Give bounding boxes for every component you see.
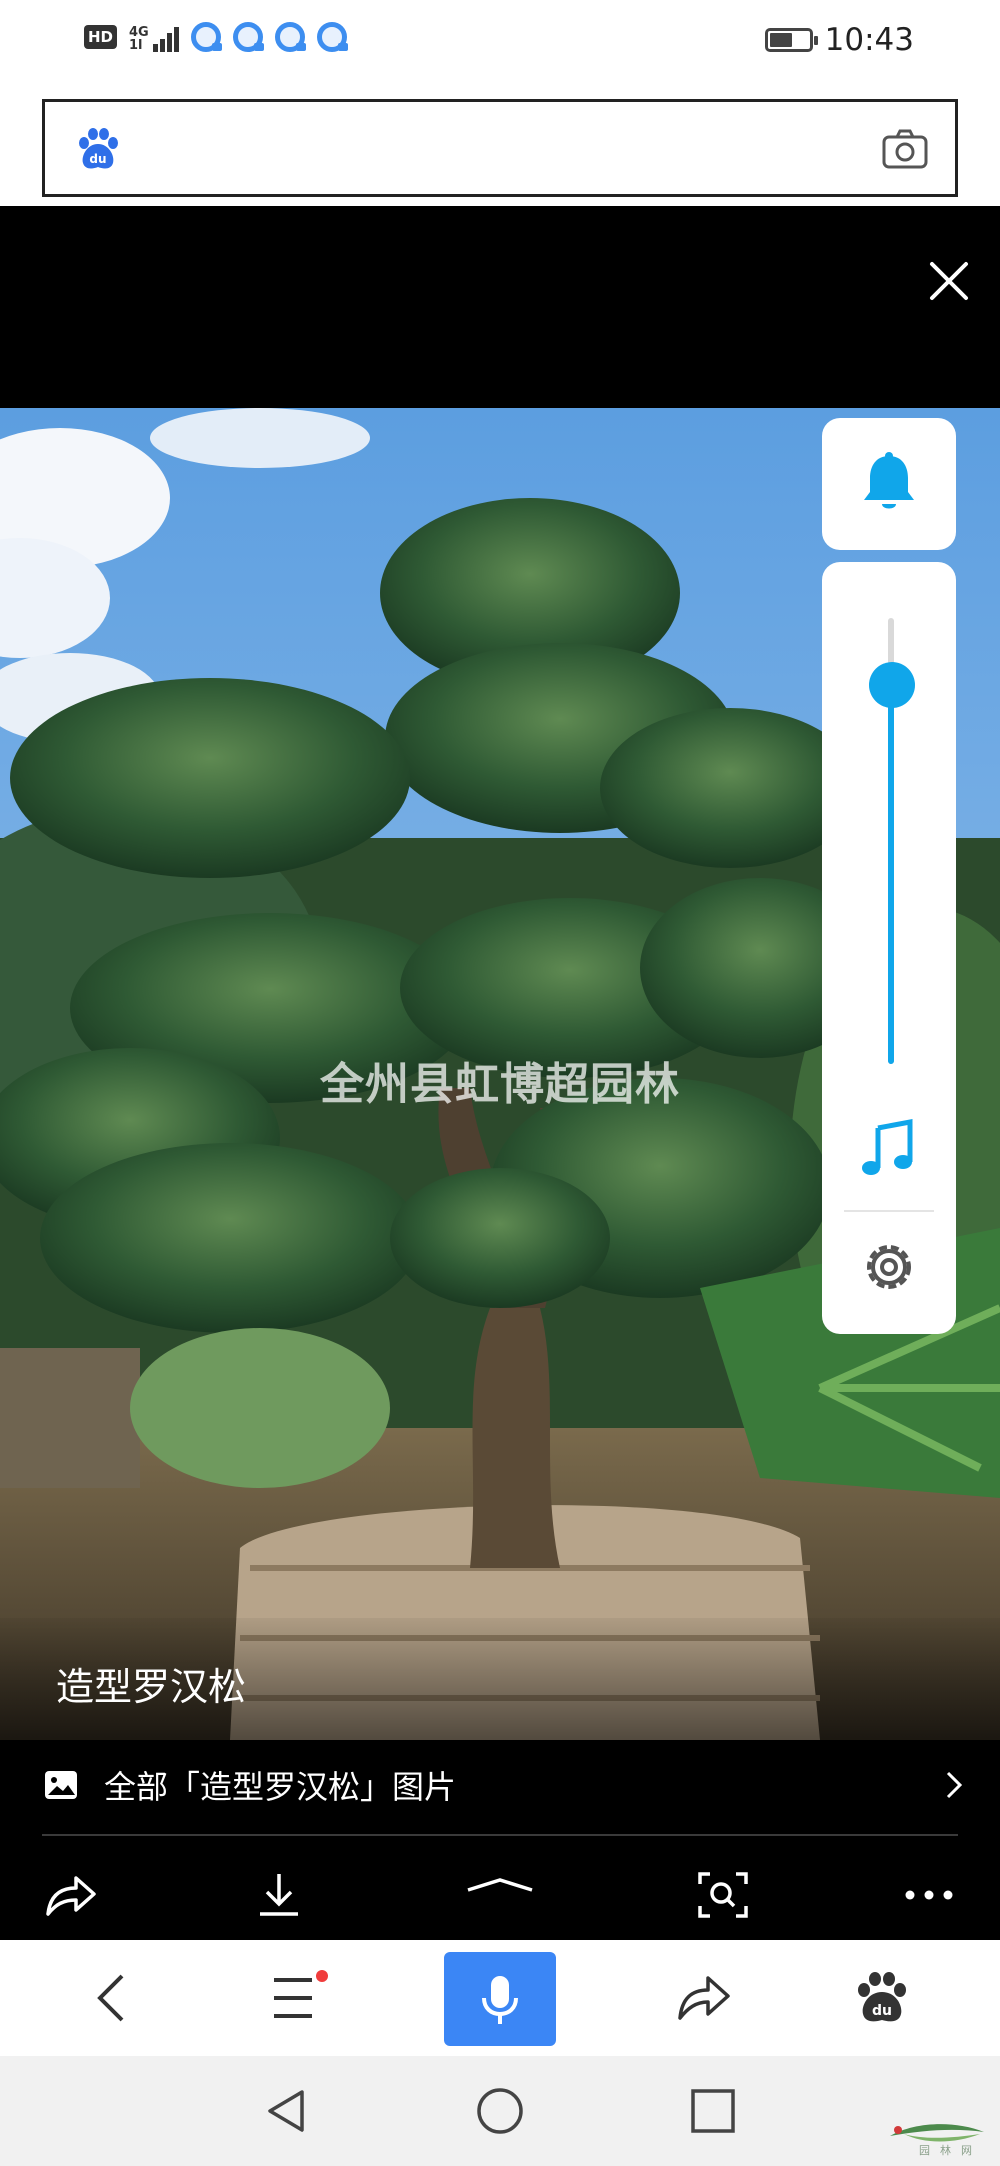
- status-bar: HD 4G 1l 10:43: [0, 0, 1000, 80]
- system-navigation-bar: 园林网: [0, 2056, 1000, 2166]
- signal-indicator: 4G 1l: [129, 22, 179, 52]
- voice-search-button[interactable]: [444, 1952, 556, 2046]
- qq-notification-icon: [232, 22, 264, 52]
- image-icon: [45, 1771, 77, 1799]
- all-images-link[interactable]: 全部「造型罗汉松」图片: [44, 1754, 964, 1816]
- volume-slider-thumb[interactable]: [869, 662, 915, 708]
- bell-button[interactable]: [822, 418, 956, 550]
- download-icon[interactable]: [252, 1870, 306, 1920]
- signal-bar: [152, 44, 158, 52]
- baidu-home-icon[interactable]: du: [854, 1970, 910, 2026]
- nav-home-icon[interactable]: [475, 2086, 525, 2136]
- panel-divider: [844, 1210, 934, 1212]
- browser-toolbar: du: [0, 1940, 1000, 2056]
- image-caption: 造型罗汉松: [56, 1665, 247, 1709]
- status-right: 10:43: [764, 22, 914, 58]
- image-search-icon[interactable]: [696, 1870, 750, 1920]
- signal-bar: [173, 27, 179, 52]
- camera-icon[interactable]: [881, 128, 929, 170]
- volume-panel: [822, 562, 956, 1334]
- qq-notification-icon: [190, 22, 222, 52]
- battery-fill: [769, 33, 793, 47]
- clock: 10:43: [824, 22, 914, 58]
- nav-recents-icon[interactable]: [688, 2086, 738, 2136]
- expand-up-icon[interactable]: [464, 1870, 536, 1920]
- screen: HD 4G 1l 10:43 du 全州县虹博超园林 造型罗汉松 全部「造型罗汉…: [0, 0, 1000, 2166]
- microphone-icon: [482, 1976, 518, 2024]
- paw-text: du: [872, 2003, 892, 2019]
- share-icon[interactable]: [676, 1970, 732, 2026]
- search-input[interactable]: du: [42, 99, 958, 197]
- qq-notification-icon: [316, 22, 348, 52]
- viewer-footer: 全部「造型罗汉松」图片: [0, 1740, 1000, 1940]
- notification-dot: [316, 1970, 328, 1982]
- chevron-right-icon: [946, 1771, 963, 1799]
- baidu-paw-icon: du: [79, 128, 118, 169]
- network-sub: 1l: [129, 38, 143, 53]
- baidu-logo-text: du: [89, 152, 106, 166]
- all-images-label: 全部「造型罗汉松」图片: [104, 1768, 457, 1806]
- share-icon[interactable]: [44, 1870, 98, 1920]
- status-left: HD 4G 1l: [84, 22, 348, 52]
- signal-bar: [159, 39, 165, 52]
- hd-badge: HD: [84, 25, 118, 49]
- nav-back-icon[interactable]: [262, 2086, 312, 2136]
- battery-icon: [764, 28, 818, 52]
- viewer-header: [0, 206, 1000, 408]
- viewer-toolbar: [0, 1848, 1000, 1938]
- search-area: du: [0, 80, 1000, 206]
- back-icon[interactable]: [86, 1970, 142, 2026]
- close-icon[interactable]: [926, 258, 972, 304]
- bell-icon: [864, 452, 914, 509]
- more-icon[interactable]: [902, 1870, 956, 1920]
- footer-divider: [42, 1834, 958, 1836]
- music-note-icon[interactable]: [860, 1118, 918, 1180]
- gear-icon[interactable]: [860, 1238, 918, 1296]
- site-logo-text: 园林网: [919, 2144, 982, 2157]
- volume-slider-fill: [888, 685, 894, 1064]
- signal-bar: [166, 33, 172, 52]
- qq-notification-icon: [274, 22, 306, 52]
